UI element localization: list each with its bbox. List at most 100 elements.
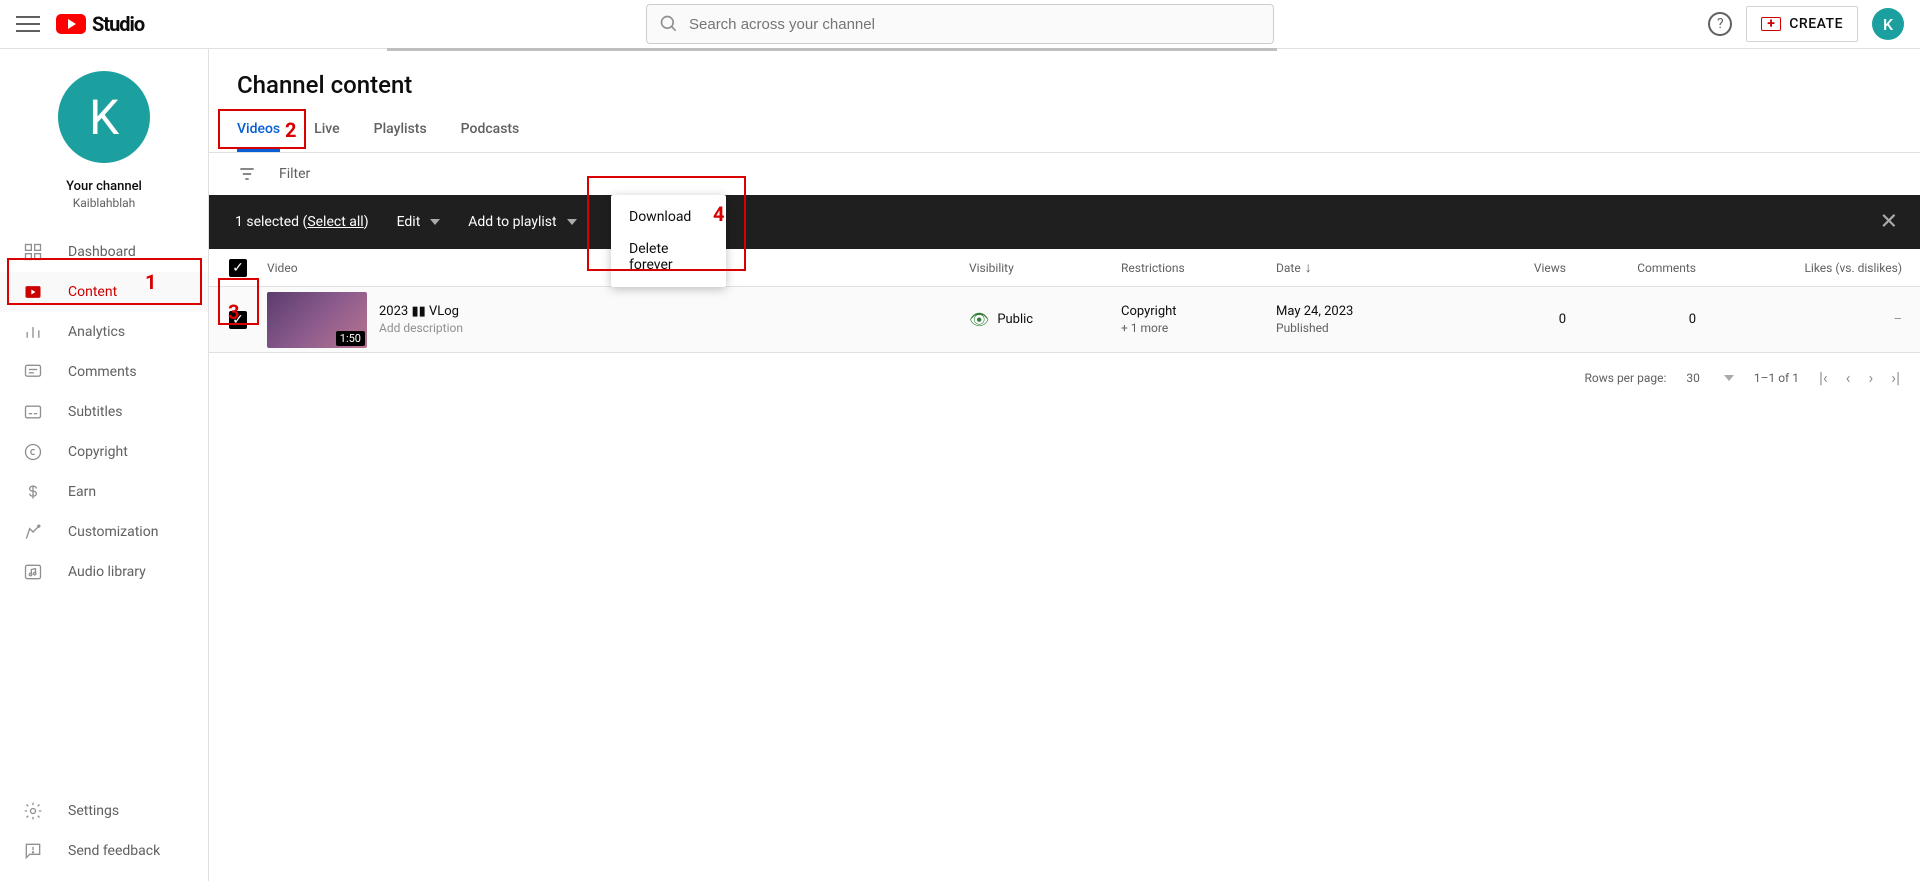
customization-icon: [22, 521, 44, 543]
content-tabs: Videos Live Playlists Podcasts: [209, 109, 1920, 153]
sidebar: K Your channel Kaiblahblah Dashboard Con…: [0, 49, 209, 881]
sidebar-item-copyright[interactable]: Copyright: [0, 432, 208, 472]
sidebar-item-label: Copyright: [68, 444, 128, 460]
annotation-number-2: 2: [285, 118, 296, 142]
copyright-icon: [22, 441, 44, 463]
rows-per-page-label: Rows per page:: [1585, 371, 1667, 385]
restrictions-more: + 1 more: [1121, 321, 1276, 335]
top-bar: Studio ? CREATE K: [0, 0, 1920, 49]
create-button[interactable]: CREATE: [1746, 6, 1858, 42]
sidebar-item-analytics[interactable]: Analytics: [0, 312, 208, 352]
add-to-playlist-dropdown[interactable]: Add to playlist: [468, 214, 576, 230]
sidebar-item-label: Content: [68, 284, 117, 300]
select-all-checkbox[interactable]: ✓: [229, 259, 247, 277]
col-views[interactable]: Views: [1446, 261, 1566, 275]
video-date: May 24, 2023: [1276, 304, 1446, 319]
sidebar-item-feedback[interactable]: Send feedback: [0, 831, 208, 871]
sidebar-item-label: Dashboard: [68, 244, 136, 260]
analytics-icon: [22, 321, 44, 343]
page-next-icon[interactable]: ›: [1868, 368, 1873, 387]
your-channel-label: Your channel: [66, 179, 142, 194]
sidebar-item-audio-library[interactable]: Audio library: [0, 552, 208, 592]
sidebar-item-label: Settings: [68, 803, 119, 819]
channel-name: Kaiblahblah: [73, 196, 136, 210]
chevron-down-icon: [567, 219, 577, 225]
comments-icon: [22, 361, 44, 383]
page-title: Channel content: [209, 49, 1920, 109]
video-duration: 1:50: [336, 331, 365, 346]
table-header: ✓ Video Visibility Restrictions Date ↓ V…: [209, 249, 1920, 287]
sidebar-item-subtitles[interactable]: Subtitles: [0, 392, 208, 432]
earn-icon: [22, 481, 44, 503]
select-all-link[interactable]: Select all: [307, 214, 363, 230]
video-comments: 0: [1566, 312, 1696, 327]
sort-down-icon: ↓: [1305, 259, 1312, 276]
filter-label: Filter: [279, 166, 310, 182]
search-icon: [659, 14, 679, 34]
video-date-status: Published: [1276, 321, 1446, 335]
tab-playlists[interactable]: Playlists: [374, 109, 427, 152]
annotation-number-3: 3: [228, 300, 239, 324]
page-prev-icon[interactable]: ‹: [1846, 368, 1851, 387]
page-first-icon[interactable]: |‹: [1819, 368, 1828, 387]
col-likes[interactable]: Likes (vs. dislikes): [1696, 261, 1920, 275]
selection-action-bar: 1 selected (Select all) Edit Add to play…: [209, 195, 1920, 249]
col-date[interactable]: Date ↓: [1276, 259, 1446, 276]
video-views: 0: [1446, 312, 1566, 327]
pagination: Rows per page: 30 1–1 of 1 |‹ ‹ › ›|: [209, 353, 1920, 403]
account-avatar[interactable]: K: [1872, 8, 1904, 40]
col-comments[interactable]: Comments: [1566, 261, 1696, 275]
sidebar-item-settings[interactable]: Settings: [0, 791, 208, 831]
help-icon[interactable]: ?: [1708, 12, 1732, 36]
video-likes: –: [1696, 312, 1920, 327]
chevron-down-icon: [1724, 375, 1734, 381]
search-box[interactable]: [646, 4, 1274, 44]
sidebar-item-earn[interactable]: Earn: [0, 472, 208, 512]
video-thumbnail[interactable]: 1:50: [267, 292, 367, 348]
sidebar-item-content[interactable]: Content: [0, 272, 208, 312]
col-restrictions[interactable]: Restrictions: [1121, 261, 1276, 275]
visibility-public-icon: 👁: [969, 310, 989, 329]
logo-text: Studio: [92, 12, 144, 36]
annotation-number-4: 4: [713, 202, 724, 226]
visibility-label: Public: [997, 312, 1033, 327]
close-icon[interactable]: ✕: [1880, 210, 1898, 235]
selection-count: 1 selected (Select all): [235, 214, 369, 230]
page-range: 1–1 of 1: [1754, 371, 1799, 385]
content-icon: [22, 281, 44, 303]
tab-live[interactable]: Live: [314, 109, 339, 152]
sidebar-item-customization[interactable]: Customization: [0, 512, 208, 552]
tab-videos[interactable]: Videos: [237, 109, 280, 152]
sidebar-item-comments[interactable]: Comments: [0, 352, 208, 392]
menu-item-download[interactable]: Download: [611, 201, 726, 233]
chevron-down-icon: [430, 219, 440, 225]
video-title: 2023 ▮▮ VLog: [379, 304, 463, 319]
col-visibility[interactable]: Visibility: [969, 261, 1121, 275]
page-last-icon[interactable]: ›|: [1891, 368, 1900, 387]
edit-dropdown[interactable]: Edit: [397, 214, 441, 230]
sidebar-item-label: Send feedback: [68, 843, 160, 859]
rows-per-page-select[interactable]: 30: [1686, 371, 1734, 385]
search-input[interactable]: [689, 16, 1261, 33]
sidebar-item-dashboard[interactable]: Dashboard: [0, 232, 208, 272]
filter-icon: [237, 164, 257, 184]
subtitles-icon: [22, 401, 44, 423]
gear-icon: [22, 800, 44, 822]
channel-avatar[interactable]: K: [58, 71, 150, 163]
loading-indicator: [387, 48, 1277, 51]
video-description: Add description: [379, 321, 463, 335]
annotation-number-1: 1: [145, 270, 156, 294]
table-row[interactable]: ✓ 1:50 2023 ▮▮ VLog Add description 👁 Pu…: [209, 287, 1920, 353]
more-options-menu: Download Delete forever: [611, 195, 726, 287]
tab-podcasts[interactable]: Podcasts: [461, 109, 520, 152]
create-plus-icon: [1761, 17, 1781, 31]
youtube-play-icon: [56, 14, 86, 34]
studio-logo[interactable]: Studio: [56, 12, 144, 36]
menu-icon[interactable]: [16, 12, 40, 36]
restrictions-label: Copyright: [1121, 304, 1276, 319]
filter-bar[interactable]: Filter: [209, 153, 1920, 195]
sidebar-item-label: Analytics: [68, 324, 125, 340]
sidebar-item-label: Earn: [68, 484, 96, 500]
menu-item-delete-forever[interactable]: Delete forever: [611, 233, 726, 281]
sidebar-item-label: Audio library: [68, 564, 146, 580]
